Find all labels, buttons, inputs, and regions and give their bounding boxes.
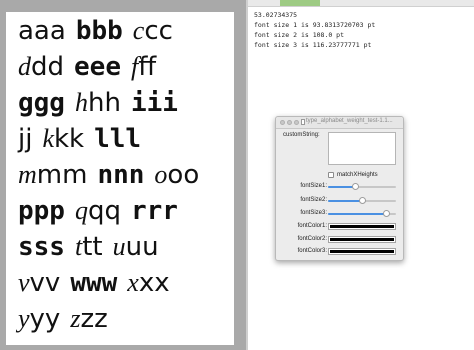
- glyph-group: kk: [54, 124, 85, 154]
- glyph-row: yyy zzz: [18, 304, 108, 334]
- console-output: 53.02734375 font size 1 is 93.8313720703…: [254, 10, 375, 50]
- font-color-2-label: fontColor2:: [297, 236, 327, 242]
- glyph-group: d: [18, 52, 31, 81]
- glyph-group: v: [18, 268, 30, 297]
- console-tabbar: [248, 0, 474, 7]
- glyph-group: uu: [125, 232, 159, 262]
- glyph-group: ff: [138, 52, 157, 82]
- glyph-group: rrr: [130, 196, 178, 226]
- console-line: font size 1 is 93.8313720703 pt: [254, 21, 376, 29]
- slider-knob[interactable]: [382, 210, 390, 217]
- custom-string-field[interactable]: [328, 132, 396, 165]
- slider-fill: [328, 200, 362, 202]
- canvas-pane: aaa bbb ccc ddd eee fff ggg hhh iii jj kkk lll mmm nn…: [0, 0, 246, 350]
- glyph-group: lll: [94, 124, 142, 154]
- font-size-2-label: fontSize2:: [300, 197, 327, 203]
- font-color-3-label: fontColor3:: [297, 248, 327, 254]
- font-size-1-label: fontSize1:: [300, 183, 327, 189]
- glyph-group: u: [112, 232, 126, 261]
- glyph-group: vv: [29, 268, 61, 298]
- glyph-group: oo: [167, 160, 200, 190]
- glyph-group: ppp: [18, 196, 65, 226]
- font-color-1-label: fontColor1:: [297, 223, 327, 229]
- glyph-group: mm: [36, 160, 88, 190]
- console-line: font size 2 is 108.0 pt: [254, 31, 345, 39]
- glyph-group: iii: [130, 88, 178, 118]
- match-x-heights-checkbox[interactable]: [328, 172, 334, 178]
- glyph-group: eee: [74, 52, 121, 82]
- zoom-button[interactable]: [294, 120, 299, 125]
- glyph-group: sss: [18, 232, 65, 262]
- drawing-canvas: aaa bbb ccc ddd eee fff ggg hhh iii jj kkk lll mmm nn…: [6, 12, 234, 345]
- font-size-3-label: fontSize3:: [300, 210, 327, 216]
- glyph-row: ggg hhh iii: [18, 88, 178, 118]
- minimize-button[interactable]: [287, 120, 292, 125]
- glyph-group: t: [74, 232, 83, 261]
- font-size-1-slider[interactable]: [328, 183, 396, 190]
- glyph-group: x: [127, 268, 139, 297]
- window-title: type_alphabet_weight_test-1.1...: [306, 118, 393, 124]
- glyph-group: o: [154, 160, 168, 189]
- color-swatch: [330, 225, 394, 228]
- glyph-group: hh: [87, 88, 121, 118]
- variables-window: type_alphabet_weight_test-1.1... customS…: [275, 116, 404, 261]
- slider-knob[interactable]: [359, 197, 366, 204]
- glyph-group: bbb: [75, 16, 123, 46]
- console-tab[interactable]: [280, 0, 320, 6]
- color-swatch: [330, 238, 394, 241]
- glyph-group: dd: [31, 52, 65, 82]
- glyph-row: ppp qqq rrr: [18, 196, 178, 226]
- glyph-group: jj: [18, 124, 33, 154]
- font-color-1-well[interactable]: [328, 223, 396, 230]
- glyph-group: tt: [82, 232, 103, 262]
- glyph-group: yy: [29, 304, 61, 334]
- font-color-2-well[interactable]: [328, 236, 396, 243]
- glyph-group: f: [130, 52, 139, 81]
- close-button[interactable]: [280, 120, 285, 125]
- font-size-3-slider[interactable]: [328, 210, 396, 217]
- glyph-row: sss ttt uuu: [18, 232, 159, 262]
- match-x-heights-label: matchXHeights: [337, 172, 378, 178]
- color-swatch: [330, 250, 394, 253]
- glyph-group: ggg: [18, 88, 65, 118]
- glyph-row: vvv www xxx: [18, 268, 170, 298]
- glyph-group: xx: [138, 268, 170, 298]
- font-color-3-well[interactable]: [328, 248, 396, 255]
- glyph-group: k: [42, 124, 54, 153]
- glyph-group: m: [18, 160, 37, 189]
- console-line: font size 3 is 116.23777771 pt: [254, 41, 372, 49]
- glyph-row: jj kkk lll: [18, 124, 142, 154]
- font-size-2-slider[interactable]: [328, 197, 396, 204]
- slider-knob[interactable]: [352, 183, 360, 190]
- glyph-group: z: [70, 304, 81, 333]
- custom-string-label: customString:: [283, 132, 320, 138]
- glyph-group: qq: [87, 196, 121, 226]
- glyph-group: www: [70, 268, 118, 298]
- glyph-group: q: [74, 196, 88, 225]
- glyph-group: cc: [144, 16, 173, 46]
- glyph-group: h: [74, 88, 88, 117]
- glyph-row: aaa bbb ccc: [18, 16, 173, 46]
- glyph-group: zz: [80, 304, 108, 334]
- glyph-group: nnn: [97, 160, 145, 190]
- console-line: 53.02734375: [254, 11, 298, 19]
- slider-fill: [328, 186, 356, 188]
- document-icon: [301, 119, 305, 125]
- glyph-group: aa: [18, 16, 50, 46]
- glyph-group: y: [18, 304, 30, 333]
- glyph-group: a: [49, 16, 66, 46]
- slider-fill: [328, 213, 386, 215]
- glyph-group: c: [132, 16, 145, 45]
- glyph-row: ddd eee fff: [18, 52, 157, 82]
- window-titlebar[interactable]: type_alphabet_weight_test-1.1...: [276, 117, 403, 129]
- glyph-row: mmm nnn ooo: [18, 160, 200, 190]
